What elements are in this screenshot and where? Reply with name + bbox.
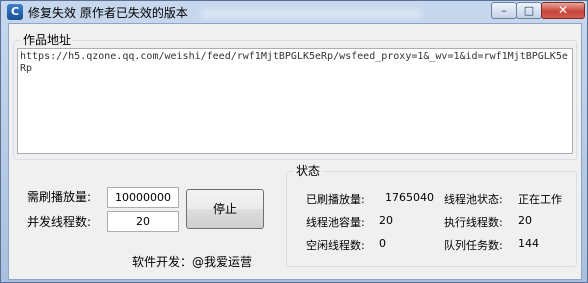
play-count-input[interactable]: 10000000 bbox=[107, 187, 179, 208]
pool-capacity-label: 线程池容量: bbox=[306, 216, 365, 229]
stop-button[interactable]: 停止 bbox=[186, 189, 264, 229]
idle-threads-label: 空闲线程数: bbox=[306, 239, 365, 252]
url-group-title: 作品地址 bbox=[21, 33, 74, 47]
minimize-button[interactable]: – bbox=[491, 2, 517, 19]
threads-input[interactable]: 20 bbox=[107, 211, 179, 232]
close-button[interactable]: ✕ bbox=[541, 2, 585, 19]
played-value: 1765040 bbox=[385, 191, 434, 204]
client-area: 作品地址 https://h5.qzone.qq.com/weishi/feed… bbox=[8, 23, 582, 280]
title-bar[interactable]: C 修复失效 原作者已失效的版本 – □ ✕ bbox=[1, 1, 587, 23]
queue-tasks-value: 144 bbox=[518, 237, 539, 250]
pool-state-value: 正在工作 bbox=[518, 193, 562, 206]
maximize-button[interactable]: □ bbox=[516, 2, 542, 19]
threads-label: 并发线程数: bbox=[27, 215, 92, 229]
developer-credit: 软件开发：@我爱运营 bbox=[132, 255, 253, 269]
title-bar-glass bbox=[201, 9, 421, 19]
status-group-title: 状态 bbox=[294, 164, 323, 178]
url-textarea[interactable]: https://h5.qzone.qq.com/weishi/feed/rwf1… bbox=[17, 48, 573, 154]
play-count-label: 需刷播放量: bbox=[27, 190, 92, 204]
pool-state-label: 线程池状态: bbox=[444, 193, 503, 206]
played-label: 已刷播放量: bbox=[306, 193, 365, 206]
running-threads-value: 20 bbox=[518, 214, 532, 227]
running-threads-label: 执行线程数: bbox=[444, 216, 503, 229]
queue-tasks-label: 队列任务数: bbox=[444, 239, 503, 252]
window-title: 修复失效 原作者已失效的版本 bbox=[28, 6, 188, 20]
app-icon: C bbox=[7, 4, 23, 20]
app-window: C 修复失效 原作者已失效的版本 – □ ✕ 作品地址 https://h5.q… bbox=[0, 0, 588, 283]
idle-threads-value: 0 bbox=[379, 237, 386, 250]
pool-capacity-value: 20 bbox=[379, 214, 393, 227]
